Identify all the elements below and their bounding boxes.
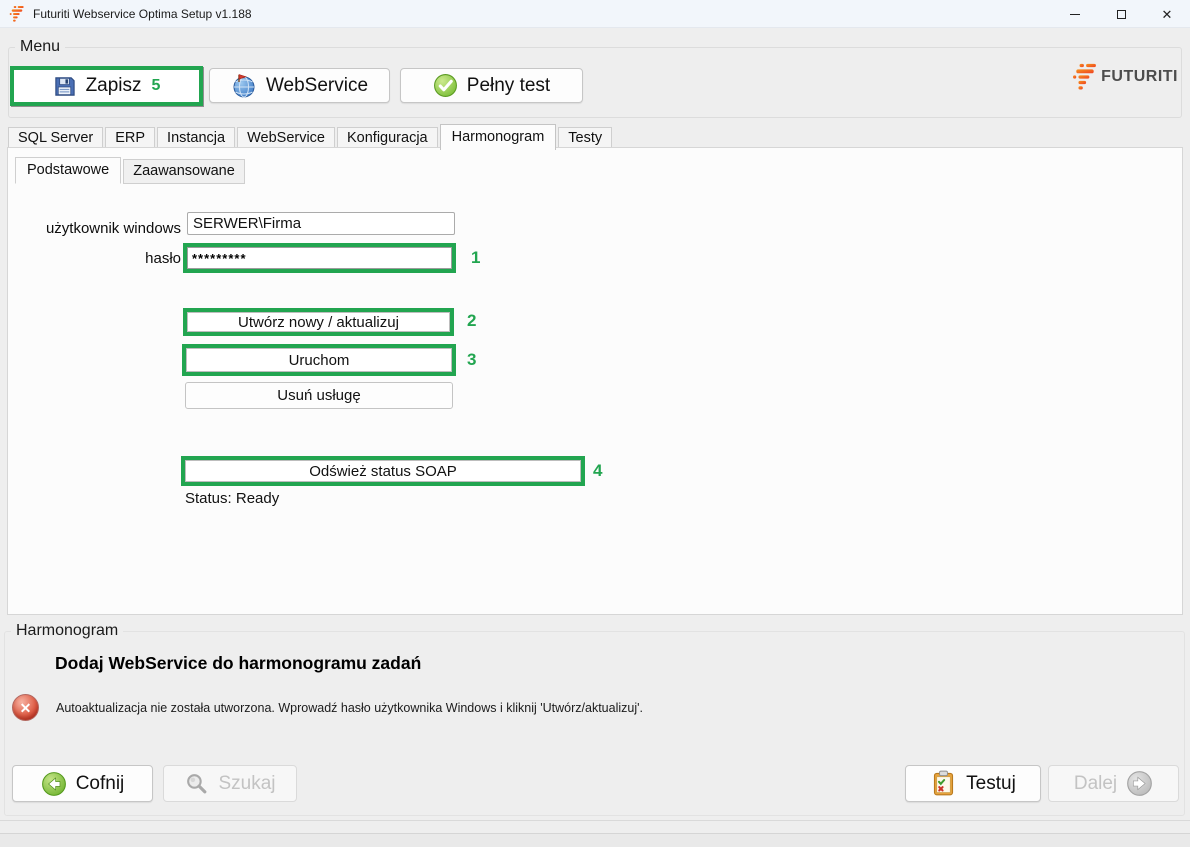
password-label: hasło bbox=[9, 250, 181, 267]
annotation-2: 2 bbox=[467, 311, 476, 331]
search-icon bbox=[184, 771, 209, 796]
tab-harmonogram[interactable]: Harmonogram bbox=[440, 124, 557, 150]
schedule-heading: Dodaj WebService do harmonogramu zadań bbox=[55, 653, 421, 674]
annotation-3: 3 bbox=[467, 350, 476, 370]
save-button-label: Zapisz bbox=[86, 75, 142, 97]
annotation-5: 5 bbox=[152, 77, 161, 95]
save-button[interactable]: Zapisz 5 bbox=[10, 66, 203, 106]
app-logo-icon bbox=[9, 6, 25, 22]
full-test-button-label: Pełny test bbox=[467, 75, 550, 97]
back-arrow-icon bbox=[41, 771, 67, 797]
close-icon: ✕ bbox=[1162, 8, 1173, 21]
search-button-label: Szukaj bbox=[218, 773, 275, 795]
footer-divider bbox=[0, 820, 1190, 821]
subtab-podstawowe[interactable]: Podstawowe bbox=[15, 157, 121, 184]
tab-konfiguracja[interactable]: Konfiguracja bbox=[337, 127, 438, 149]
futuriti-mark-icon bbox=[1073, 63, 1097, 91]
next-button[interactable]: Dalej bbox=[1048, 765, 1179, 802]
subtab-zaawansowane[interactable]: Zaawansowane bbox=[123, 159, 245, 184]
annotation-4: 4 bbox=[593, 461, 602, 481]
back-button[interactable]: Cofnij bbox=[12, 765, 153, 802]
password-highlight-frame bbox=[183, 243, 456, 273]
tab-webservice[interactable]: WebService bbox=[237, 127, 335, 149]
bottom-strip-divider bbox=[0, 833, 1190, 834]
tab-testy[interactable]: Testy bbox=[558, 127, 612, 149]
refresh-soap-status-button[interactable]: Odśwież status SOAP bbox=[185, 460, 581, 482]
delete-service-button[interactable]: Usuń usługę bbox=[185, 382, 453, 409]
windows-user-label: użytkownik windows bbox=[9, 220, 181, 237]
brand-logo: Futuriti bbox=[1073, 63, 1178, 91]
webservice-button-label: WebService bbox=[266, 75, 368, 97]
globe-icon bbox=[231, 73, 257, 99]
test-button-label: Testuj bbox=[966, 773, 1016, 795]
annotation-1: 1 bbox=[471, 248, 480, 268]
check-circle-icon bbox=[433, 73, 458, 98]
full-test-button[interactable]: Pełny test bbox=[400, 68, 583, 103]
maximize-icon bbox=[1117, 10, 1126, 19]
tab-sql-server[interactable]: SQL Server bbox=[8, 127, 103, 149]
close-button[interactable]: ✕ bbox=[1144, 0, 1190, 28]
bottom-strip bbox=[0, 834, 1190, 847]
tab-instancja[interactable]: Instancja bbox=[157, 127, 235, 149]
run-highlight-frame: Uruchom bbox=[182, 344, 456, 376]
run-button[interactable]: Uruchom bbox=[186, 348, 452, 372]
error-icon: ✕ bbox=[12, 694, 39, 721]
webservice-button[interactable]: WebService bbox=[209, 68, 390, 103]
maximize-button[interactable] bbox=[1098, 0, 1144, 28]
create-highlight-frame: Utwórz nowy / aktualizuj bbox=[183, 308, 454, 336]
clipboard-icon bbox=[930, 770, 957, 797]
soap-status-text: Status: Ready bbox=[185, 490, 279, 507]
harmonogram-tab-panel: Podstawowe Zaawansowane użytkownik windo… bbox=[7, 147, 1183, 615]
test-button[interactable]: Testuj bbox=[905, 765, 1041, 802]
minimize-button[interactable] bbox=[1052, 0, 1098, 28]
back-button-label: Cofnij bbox=[76, 773, 125, 795]
refresh-highlight-frame: Odśwież status SOAP bbox=[181, 456, 585, 486]
error-x-glyph: ✕ bbox=[20, 701, 32, 715]
harmonogram-groupbox-label: Harmonogram bbox=[11, 622, 123, 640]
brand-name: Futuriti bbox=[1101, 68, 1178, 86]
search-button[interactable]: Szukaj bbox=[163, 765, 297, 802]
next-button-label: Dalej bbox=[1074, 773, 1117, 795]
menu-groupbox-label: Menu bbox=[15, 38, 65, 56]
next-arrow-icon bbox=[1126, 770, 1153, 797]
main-tabstrip: SQL Server ERP Instancja WebService Konf… bbox=[8, 126, 614, 148]
floppy-disk-icon bbox=[53, 75, 76, 98]
titlebar: Futuriti Webservice Optima Setup v1.188 … bbox=[0, 0, 1190, 28]
windows-user-input[interactable] bbox=[187, 212, 455, 235]
minimize-icon bbox=[1070, 14, 1080, 15]
app-window: Futuriti Webservice Optima Setup v1.188 … bbox=[0, 0, 1190, 847]
create-update-button[interactable]: Utwórz nowy / aktualizuj bbox=[187, 312, 450, 332]
sub-tabstrip: Podstawowe Zaawansowane bbox=[15, 157, 247, 184]
password-input[interactable] bbox=[187, 247, 452, 269]
window-title: Futuriti Webservice Optima Setup v1.188 bbox=[33, 7, 252, 21]
tab-erp[interactable]: ERP bbox=[105, 127, 155, 149]
error-message: Autoaktualizacja nie została utworzona. … bbox=[56, 701, 643, 715]
